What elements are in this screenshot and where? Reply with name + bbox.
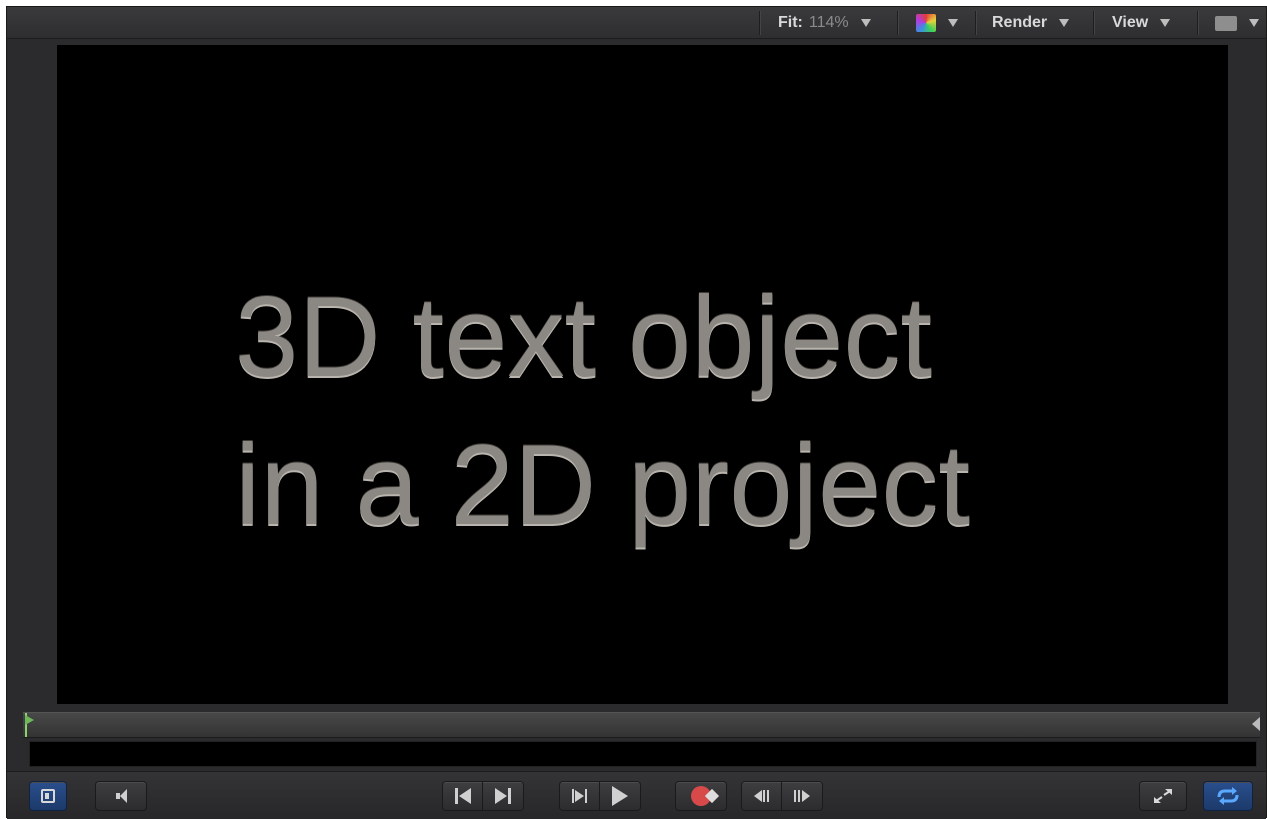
loop-playback-button[interactable]: [1203, 781, 1253, 811]
toolbar-divider: [759, 11, 760, 35]
fullscreen-button[interactable]: [1139, 781, 1187, 811]
color-channels-icon: [916, 14, 936, 32]
next-frame-icon: [794, 790, 810, 802]
timing-bar[interactable]: [29, 741, 1257, 767]
toolbar-divider: [975, 11, 976, 35]
next-frame-button[interactable]: [782, 782, 822, 810]
playhead-flag-icon: [25, 715, 34, 725]
canvas[interactable]: 3D text object in a 2D project: [57, 45, 1228, 704]
frame-step-group: [741, 781, 823, 811]
play-range-out-marker[interactable]: [1252, 717, 1260, 731]
viewer-layout-icon: [1215, 15, 1237, 31]
fullscreen-icon: [1154, 789, 1172, 803]
view-label: View: [1112, 14, 1149, 31]
toolbar-divider: [897, 11, 898, 35]
fit-label: Fit:: [778, 14, 803, 31]
go-to-start-end-group: [442, 781, 524, 811]
toolbar-divider: [1093, 11, 1094, 35]
play-icon: [612, 786, 628, 806]
go-to-end-button[interactable]: [483, 782, 523, 810]
show-hide-project-pane-icon: [41, 789, 55, 803]
play-from-start-icon: [572, 789, 587, 803]
audio-mute-icon: [115, 789, 127, 803]
text-object-line-2[interactable]: in a 2D project: [235, 429, 1267, 543]
viewer-toolbar: Fit: 114% Render View: [7, 7, 1266, 39]
record-icon: [691, 786, 711, 806]
mini-timeline[interactable]: [23, 712, 1260, 738]
play-from-start-button[interactable]: [560, 782, 600, 810]
viewer-layout-menu[interactable]: [1215, 7, 1259, 39]
go-to-start-icon: [454, 788, 471, 804]
channels-menu[interactable]: [916, 7, 958, 39]
playhead[interactable]: [25, 713, 39, 737]
render-label: Render: [992, 14, 1048, 31]
previous-frame-icon: [754, 790, 769, 802]
chevron-down-icon: [1059, 19, 1070, 27]
go-to-end-icon: [495, 788, 511, 804]
view-menu[interactable]: View: [1112, 7, 1171, 39]
transport-controls: [7, 771, 1266, 819]
chevron-down-icon: [948, 19, 958, 27]
loop-playback-icon: [1217, 787, 1239, 805]
canvas-viewer-window: Fit: 114% Render View 3D text object in …: [6, 6, 1267, 819]
chevron-down-icon: [860, 19, 871, 27]
go-to-start-button[interactable]: [443, 782, 483, 810]
toolbar-divider: [1197, 11, 1198, 35]
record-button[interactable]: [675, 781, 727, 811]
chevron-down-icon: [1160, 19, 1171, 27]
render-menu[interactable]: Render: [992, 7, 1070, 39]
chevron-down-icon: [1249, 19, 1259, 27]
text-object-line-1[interactable]: 3D text object: [235, 281, 1267, 395]
fit-zoom-menu[interactable]: Fit: 114%: [778, 7, 871, 39]
audio-mute-button[interactable]: [95, 781, 147, 811]
show-hide-project-pane-button[interactable]: [29, 781, 67, 811]
previous-frame-button[interactable]: [742, 782, 782, 810]
play-button[interactable]: [600, 782, 640, 810]
play-group: [559, 781, 641, 811]
fit-value: 114%: [808, 14, 849, 31]
